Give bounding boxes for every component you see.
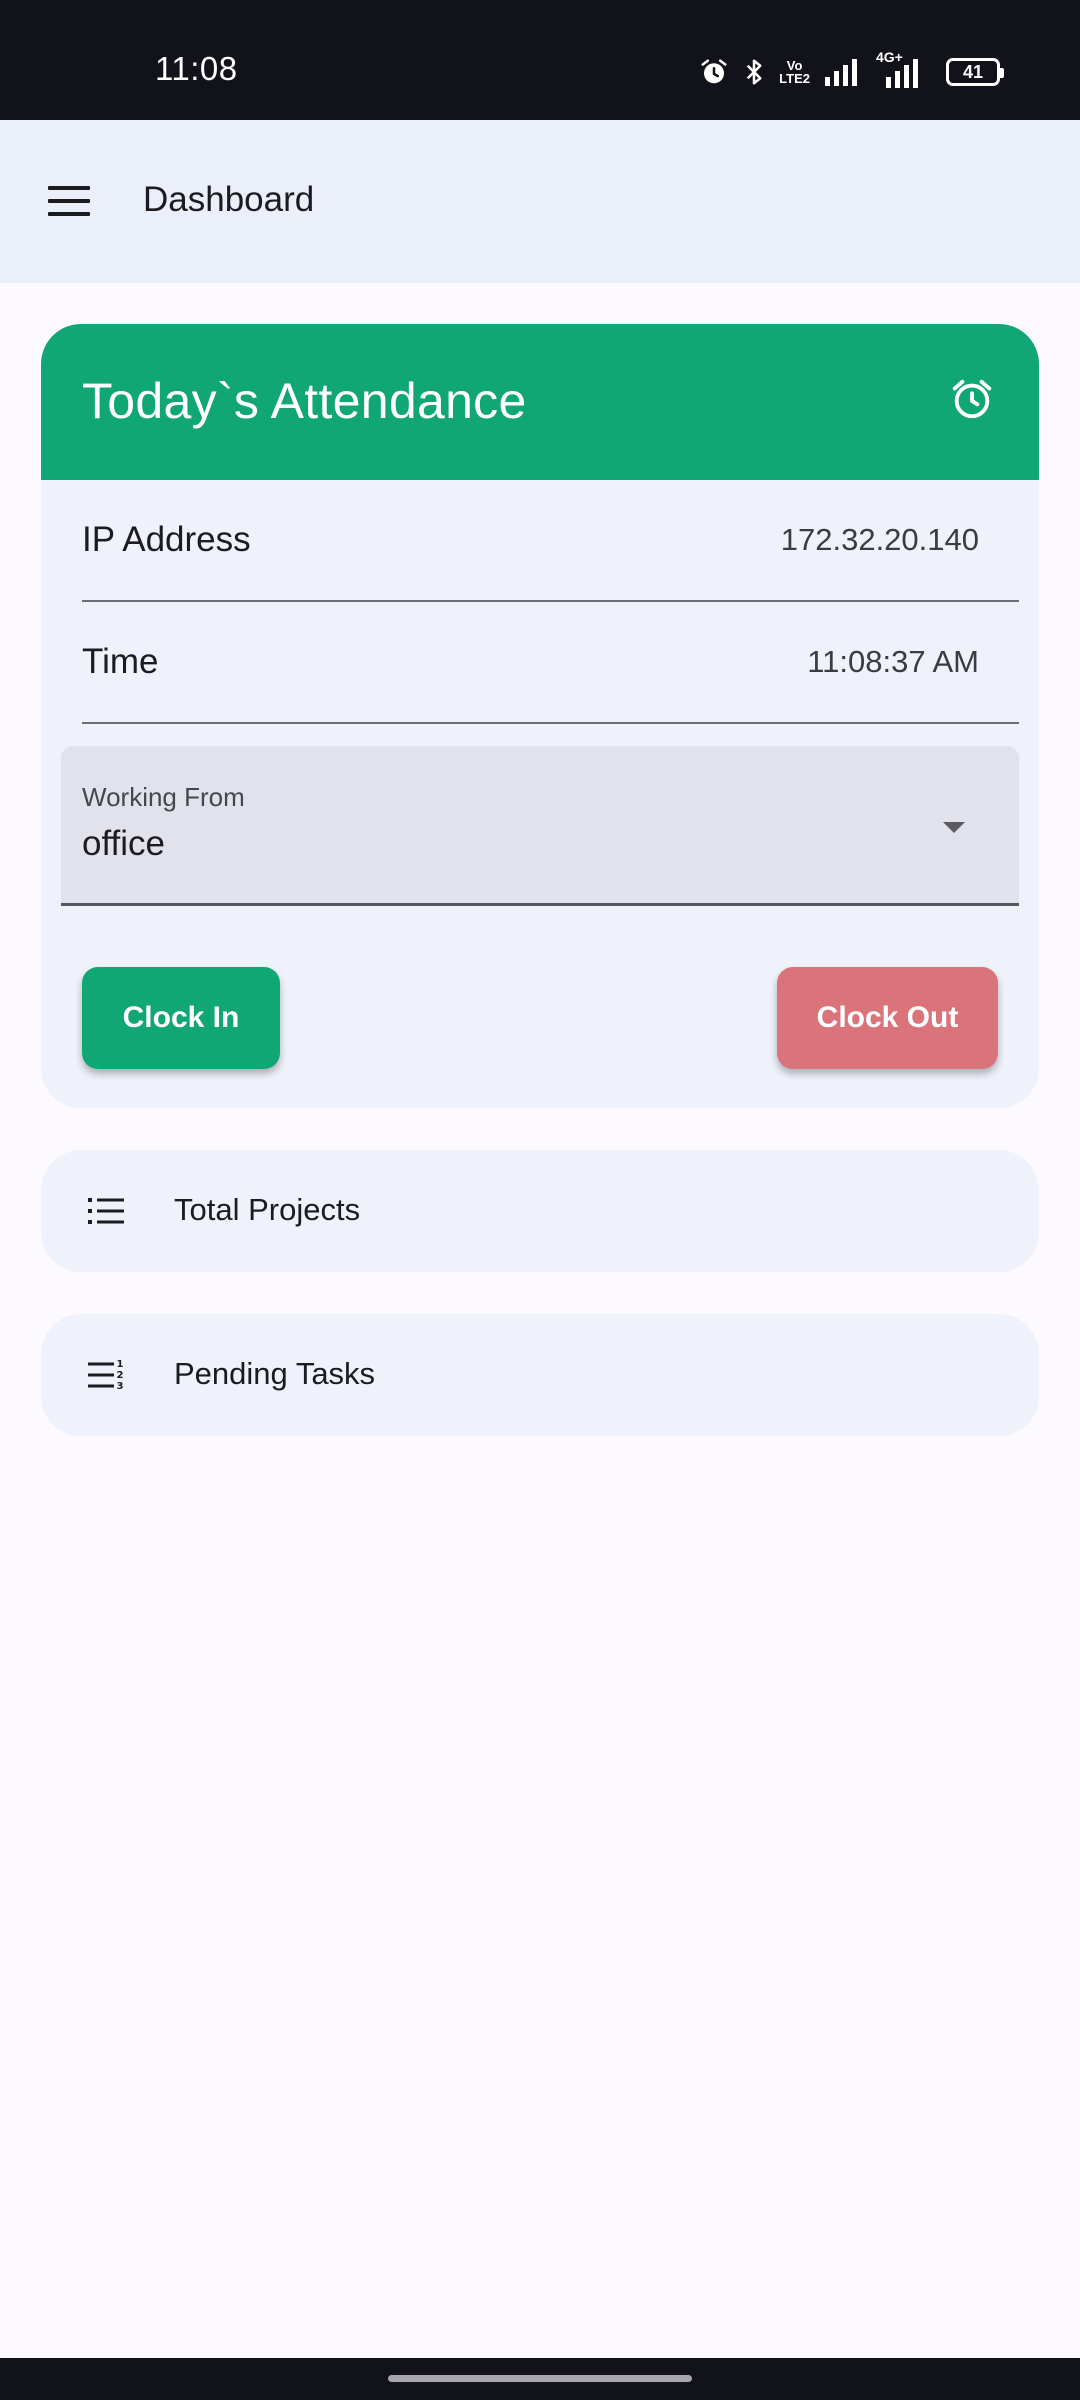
- signal-icon: [825, 59, 857, 86]
- signal-4g-icon: 4G+: [874, 49, 932, 89]
- bluetooth-icon: [747, 59, 762, 85]
- time-row: Time 11:08:37 AM: [82, 602, 1019, 724]
- attendance-title: Today`s Attendance: [82, 373, 527, 429]
- dropdown-arrow-icon: [943, 822, 965, 833]
- battery-icon: 41: [946, 58, 1004, 86]
- page-title: Dashboard: [143, 180, 315, 219]
- clock-out-button[interactable]: Clock Out: [777, 967, 998, 1069]
- time-value: 11:08:37 AM: [807, 644, 979, 679]
- pending-tasks-label: Pending Tasks: [174, 1356, 376, 1391]
- working-from-select[interactable]: Working From office: [61, 746, 1019, 906]
- list-icon: [88, 1198, 124, 1224]
- numbered-list-icon: 1 2 3: [88, 1359, 124, 1392]
- status-bar: 11:08 Vo LTE2 4G+ 41: [0, 0, 1080, 120]
- volte-icon: Vo LTE2: [779, 58, 810, 86]
- total-projects-tile[interactable]: Total Projects: [41, 1150, 1039, 1272]
- total-projects-label: Total Projects: [174, 1192, 361, 1227]
- svg-text:2: 2: [117, 1370, 124, 1381]
- navigation-bar: [0, 2358, 1080, 2400]
- svg-text:1: 1: [117, 1359, 124, 1370]
- app-bar: Dashboard: [0, 120, 1080, 283]
- ip-address-label: IP Address: [82, 520, 251, 559]
- home-gesture-handle[interactable]: [388, 2375, 692, 2382]
- working-from-label: Working From: [82, 782, 245, 812]
- menu-button[interactable]: [38, 170, 100, 232]
- alarm-clock-icon: [952, 379, 992, 419]
- alarm-status-icon: [701, 59, 727, 84]
- hamburger-menu-icon: [48, 186, 90, 216]
- ip-address-value: 172.32.20.140: [780, 522, 979, 557]
- working-from-value: office: [82, 824, 166, 863]
- clock-in-button[interactable]: Clock In: [82, 967, 280, 1069]
- attendance-card-header: Today`s Attendance: [41, 324, 1039, 480]
- svg-text:3: 3: [117, 1381, 124, 1392]
- attendance-card: Today`s Attendance IP Address 172.32.20.…: [41, 324, 1039, 1108]
- status-time: 11:08: [155, 50, 238, 87]
- pending-tasks-tile[interactable]: 1 2 3 Pending Tasks: [41, 1314, 1039, 1436]
- ip-address-row: IP Address 172.32.20.140: [82, 480, 1019, 602]
- status-icons: Vo LTE2 4G+ 41: [699, 49, 1004, 90]
- time-label: Time: [82, 642, 159, 681]
